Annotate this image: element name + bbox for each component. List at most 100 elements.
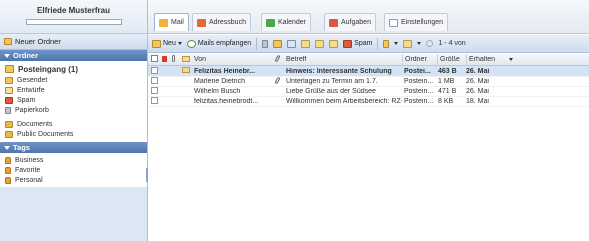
column-folder[interactable]: Ordner <box>403 56 437 63</box>
tab-addressbook[interactable]: Adressbuch <box>192 13 251 31</box>
folder-item-trash[interactable]: Papierkorb <box>0 105 147 115</box>
sidebar: Elfriede Musterfrau Neuer Ordner Ordner … <box>0 0 148 241</box>
move-folder-icon[interactable] <box>273 39 283 48</box>
row-checkbox[interactable] <box>151 97 158 104</box>
inbox-icon <box>5 65 14 73</box>
quota-bar <box>25 19 122 25</box>
folder-label: Documents <box>17 120 53 128</box>
folder-item-inbox[interactable]: Posteingang (1) <box>0 63 147 75</box>
collapse-icon <box>4 145 10 150</box>
tab-label: Einstellungen <box>401 19 444 26</box>
app-tabbar: Mail Adressbuch Kalender Aufgaben Einste… <box>148 0 589 34</box>
column-options[interactable] <box>507 56 537 63</box>
select-all-checkbox[interactable] <box>148 55 160 64</box>
folder-label: Entwürfe <box>17 86 45 94</box>
new-folder-label: Neuer Ordner <box>15 37 61 46</box>
folder-icon <box>5 130 13 138</box>
row-date: 26. Mai <box>466 88 489 95</box>
addressbook-icon <box>197 18 206 27</box>
paperclip-icon <box>274 55 281 63</box>
row-size: 8 KB <box>438 98 454 105</box>
row-date: 18. Mai <box>466 98 489 105</box>
folder-item-public-documents[interactable]: Public Documents <box>0 129 147 139</box>
mail-icon <box>159 18 168 27</box>
column-from[interactable]: Von <box>192 56 274 63</box>
folder-item-documents[interactable]: Documents <box>0 119 147 129</box>
flag-icon <box>162 55 167 62</box>
tasks-icon <box>329 18 338 27</box>
row-folder: Postei... <box>404 67 431 75</box>
mail-toolbar: Neu Mails empfangen Spam 1 - 4 von <box>148 35 589 53</box>
new-folder-icon <box>4 38 12 45</box>
folder-list: Posteingang (1) Gesendet Entwürfe Spam P… <box>0 61 147 142</box>
row-subject: Liebe Grüße aus der Südsee <box>286 88 376 95</box>
column-subject[interactable]: Betreff <box>284 56 402 63</box>
reply-icon[interactable] <box>301 39 311 48</box>
folders-header[interactable]: Ordner <box>0 50 147 61</box>
row-folder: Postein... <box>404 78 434 85</box>
spam-icon <box>5 96 13 104</box>
row-size: 463 B <box>438 67 457 75</box>
tag-item-favorite[interactable]: Favorite <box>0 165 147 175</box>
folder-item-sent[interactable]: Gesendet <box>0 75 147 85</box>
row-checkbox[interactable] <box>151 87 158 94</box>
folder-item-drafts[interactable]: Entwürfe <box>0 85 147 95</box>
row-folder: Postein... <box>404 88 434 95</box>
spam-button[interactable]: Spam <box>343 39 372 48</box>
print-icon[interactable] <box>287 39 297 48</box>
tab-calendar[interactable]: Kalender <box>261 13 312 31</box>
prev-page-icon[interactable] <box>426 40 434 47</box>
row-size: 471 B <box>438 88 457 95</box>
folder-label: Spam <box>17 96 36 104</box>
row-checkbox[interactable] <box>151 66 158 74</box>
new-folder-button[interactable]: Neuer Ordner <box>0 34 147 50</box>
chevron-down-icon[interactable] <box>394 42 399 45</box>
column-size[interactable]: Größe <box>438 56 466 63</box>
tag-list: Business Favorite Personal <box>0 153 147 187</box>
tag-item-personal[interactable]: Personal <box>0 175 147 185</box>
column-date[interactable]: Erhalten <box>467 56 507 63</box>
new-button-label: Neu <box>163 40 176 47</box>
folder-item-spam[interactable]: Spam <box>0 95 147 105</box>
tag-item-business[interactable]: Business <box>0 155 147 165</box>
tag-icon[interactable] <box>383 39 390 48</box>
row-checkbox[interactable] <box>151 77 158 84</box>
tab-tasks[interactable]: Aufgaben <box>324 13 376 31</box>
table-row[interactable]: Wilhelm Busch Liebe Grüße aus der Südsee… <box>148 87 589 97</box>
folder-label: Public Documents <box>17 130 74 138</box>
attachment-header[interactable] <box>274 55 284 64</box>
user-box: Elfriede Musterfrau <box>0 0 147 34</box>
row-from: Wilhelm Busch <box>194 88 241 95</box>
tab-settings[interactable]: Einstellungen <box>384 13 449 31</box>
table-row[interactable]: Felizitas Heinebr... Hinweis: Interessan… <box>148 66 589 77</box>
row-subject: Hinweis: Interessante Schulung <box>286 67 392 75</box>
row-from: Felizitas Heinebr... <box>194 67 256 75</box>
tag-icon <box>5 176 11 184</box>
message-count: 1 - 4 von <box>438 40 466 47</box>
table-row[interactable]: felizitas.heinebrodt... Willkommen beim … <box>148 97 589 107</box>
envelope-icon <box>182 55 190 62</box>
folders-header-label: Ordner <box>13 51 39 60</box>
new-button[interactable]: Neu <box>152 39 182 48</box>
delete-icon[interactable] <box>262 39 269 48</box>
receive-mail-button[interactable]: Mails empfangen <box>186 39 252 48</box>
row-subject: Willkommen beim Arbeitsbereich: RZ-... <box>286 98 402 105</box>
tag-label: Personal <box>15 176 43 184</box>
receive-mail-label: Mails empfangen <box>197 40 252 47</box>
spam-icon <box>343 39 353 48</box>
chevron-down-icon[interactable] <box>417 42 422 45</box>
tab-mail[interactable]: Mail <box>154 13 189 31</box>
attachment-column-header[interactable] <box>170 55 180 64</box>
mark-icon[interactable] <box>403 39 413 48</box>
folder-label: Gesendet <box>17 76 48 84</box>
table-row[interactable]: Marlene Dietrich Unterlagen zu Termin am… <box>148 77 589 87</box>
status-column-header[interactable] <box>180 55 192 64</box>
collapse-icon <box>4 53 10 58</box>
tag-label: Favorite <box>15 166 41 174</box>
flag-column-header[interactable] <box>160 55 170 64</box>
tags-header[interactable]: Tags <box>0 142 147 153</box>
forward-icon[interactable] <box>329 39 339 48</box>
folder-label: Papierkorb <box>15 106 49 114</box>
reply-all-icon[interactable] <box>315 39 325 48</box>
row-date: 26. Mai <box>466 67 490 75</box>
